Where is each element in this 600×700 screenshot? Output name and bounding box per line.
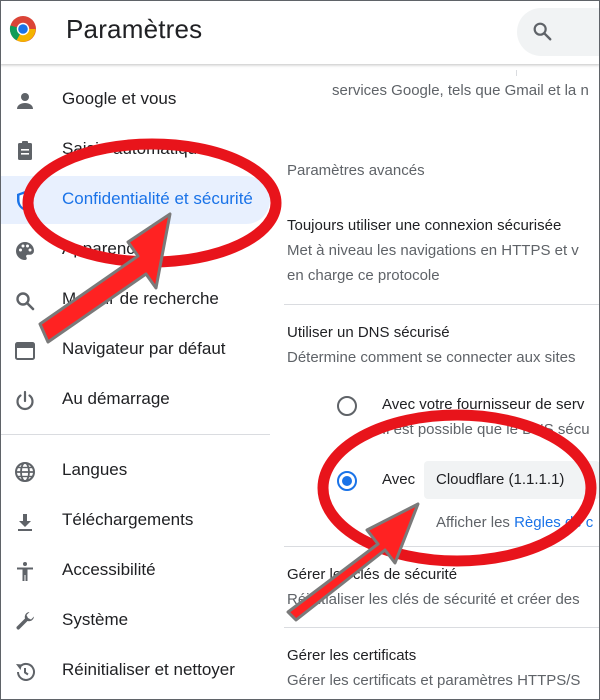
sidebar-item-label: Système xyxy=(62,610,129,629)
dns-provider-select[interactable]: Cloudflare (1.1.1.1) xyxy=(424,461,600,499)
sidebar-item-accessibilite[interactable]: Accessibilité xyxy=(0,547,270,595)
settings-main: services Google, tels que Gmail et la n … xyxy=(270,64,600,700)
section-divider xyxy=(284,627,600,628)
dns-custom-radio[interactable] xyxy=(337,471,357,491)
sidebar-item-label: Saisie automatique xyxy=(62,139,207,158)
certificates-desc: Gérer les certificats et paramètres HTTP… xyxy=(287,672,581,689)
dns-provider-label[interactable]: Avec votre fournisseur de serv xyxy=(382,396,584,413)
power-icon xyxy=(16,390,34,411)
certificates-title[interactable]: Gérer les certificats xyxy=(287,647,416,664)
sidebar-item-label: Accessibilité xyxy=(62,560,156,579)
sidebar-item-label: Au démarrage xyxy=(62,389,170,408)
sidebar-item-label: Apparence xyxy=(62,239,145,258)
dns-custom-label[interactable]: Avec xyxy=(382,471,415,488)
sidebar-item-navigateur-par-defaut[interactable]: Navigateur par défaut xyxy=(0,326,270,374)
dns-footer-prefix: Afficher les xyxy=(436,514,515,531)
top-text: services Google, tels que Gmail et la n xyxy=(332,82,589,99)
security-keys-desc: Réinitialiser les clés de sécurité et cr… xyxy=(287,591,580,608)
browser-icon xyxy=(15,342,35,360)
search-field[interactable] xyxy=(517,8,600,56)
sidebar-item-label: Réinitialiser et nettoyer xyxy=(62,660,235,679)
advanced-heading: Paramètres avancés xyxy=(287,162,425,179)
sidebar-item-moteur-de-recherche[interactable]: Moteur de recherche xyxy=(0,276,270,324)
restore-icon xyxy=(16,662,35,681)
wrench-icon xyxy=(16,612,34,630)
sidebar-item-apparence[interactable]: Apparence xyxy=(0,226,270,274)
https-desc-line2: en charge ce protocole xyxy=(287,267,440,284)
sidebar-item-label: Langues xyxy=(62,460,128,479)
person-icon xyxy=(17,93,33,109)
clipboard-icon xyxy=(18,141,32,160)
sidebar-item-confidentialite[interactable]: Confidentialité et sécurité xyxy=(0,176,270,224)
sidebar-item-label: Téléchargements xyxy=(62,510,194,529)
dns-title[interactable]: Utiliser un DNS sécurisé xyxy=(287,324,450,341)
sidebar-item-langues[interactable]: Langues xyxy=(0,447,270,495)
settings-header: Paramètres xyxy=(0,0,600,64)
globe-icon xyxy=(15,462,35,482)
palette-icon xyxy=(16,242,34,260)
https-title[interactable]: Toujours utiliser une connexion sécurisé… xyxy=(287,217,561,234)
page-title: Paramètres xyxy=(66,14,203,44)
sidebar-item-au-demarrage[interactable]: Au démarrage xyxy=(0,376,270,424)
dns-footer: Afficher les Règles de c xyxy=(436,514,593,531)
sidebar-item-label: Confidentialité et sécurité xyxy=(62,189,253,208)
section-divider xyxy=(284,304,600,305)
https-desc-line1: Met à niveau les navigations en HTTPS et… xyxy=(287,242,579,259)
dns-provider-sub: Il est possible que le DNS sécu xyxy=(382,421,590,438)
sidebar-item-label: Moteur de recherche xyxy=(62,289,219,308)
sidebar-item-systeme[interactable]: Système xyxy=(0,597,270,645)
shield-icon xyxy=(17,191,33,211)
dns-policy-link[interactable]: Règles de c xyxy=(514,514,593,531)
accessibility-icon xyxy=(17,562,33,581)
sidebar-item-saisie-automatique[interactable]: Saisie automatique xyxy=(0,126,270,174)
sidebar-divider xyxy=(0,434,270,435)
dns-desc: Détermine comment se connecter aux sites xyxy=(287,349,576,366)
dns-provider-radio[interactable] xyxy=(337,396,357,416)
search-icon[interactable] xyxy=(531,20,553,42)
sidebar-item-google-et-vous[interactable]: Google et vous xyxy=(0,76,270,124)
top-edge xyxy=(516,70,517,76)
security-keys-title[interactable]: Gérer les clés de sécurité xyxy=(287,566,457,583)
search-icon xyxy=(16,292,35,311)
settings-sidebar: Google et vous Saisie automatique Confid… xyxy=(0,64,270,700)
dns-provider-select-value: Cloudflare (1.1.1.1) xyxy=(436,471,565,488)
sidebar-item-label: Navigateur par défaut xyxy=(62,339,226,358)
sidebar-item-reinitialiser[interactable]: Réinitialiser et nettoyer xyxy=(0,647,270,695)
chrome-logo-icon xyxy=(9,16,36,42)
sidebar-item-telechargements[interactable]: Téléchargements xyxy=(0,497,270,545)
sidebar-item-label: Google et vous xyxy=(62,89,177,108)
section-divider xyxy=(284,546,600,547)
download-icon xyxy=(18,514,32,531)
